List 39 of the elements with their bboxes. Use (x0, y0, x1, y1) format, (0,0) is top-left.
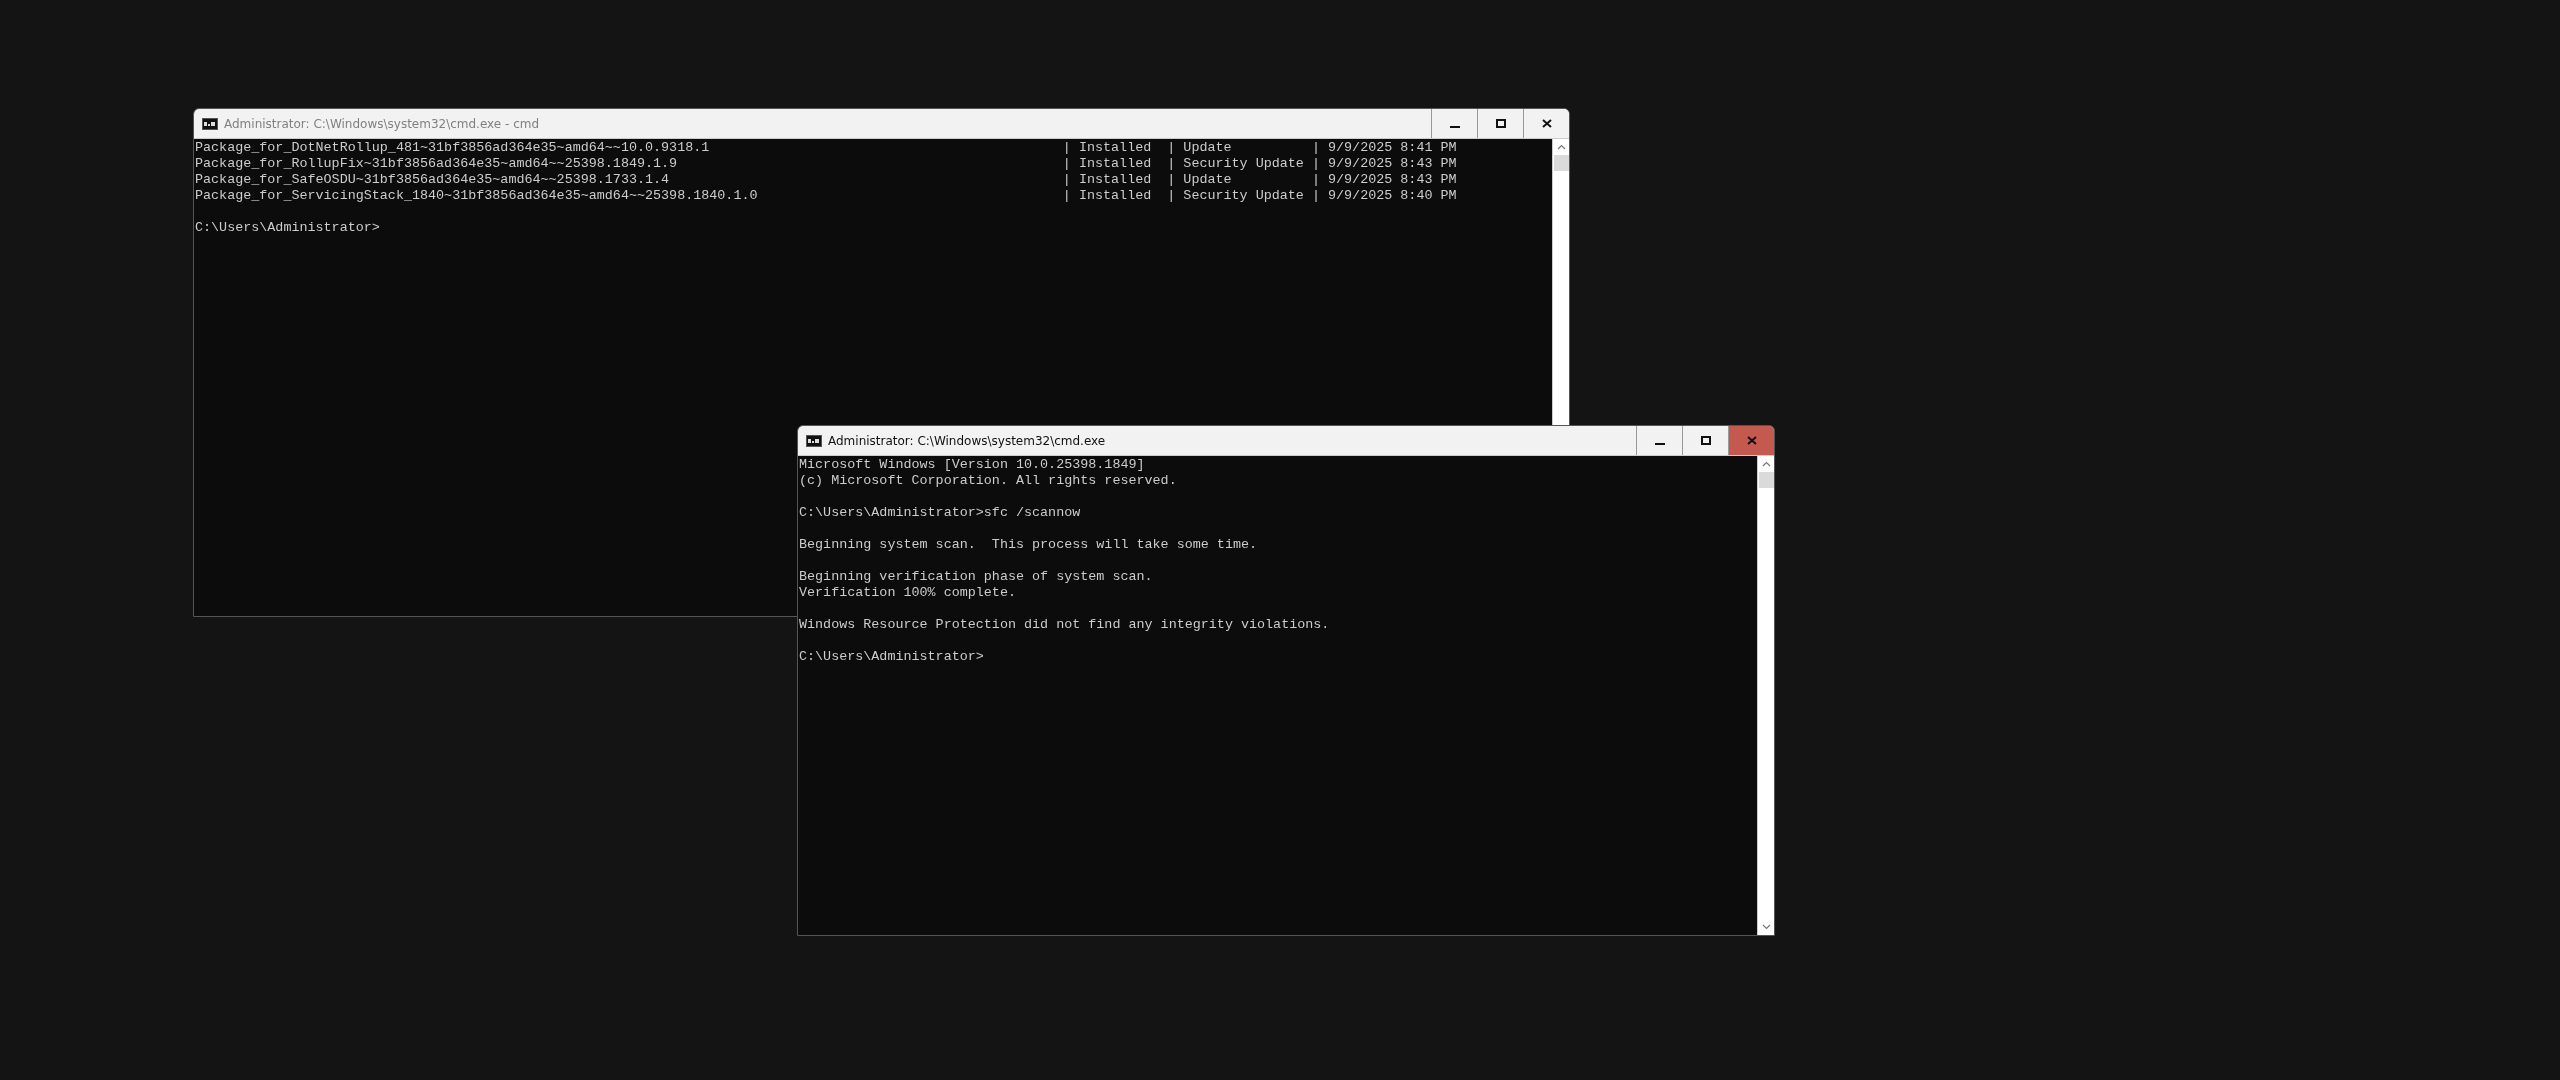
install-date: | 9/9/2025 8:41 PM (1311, 140, 1457, 156)
console-line: C:\Users\Administrator> (195, 220, 380, 236)
console-line: (c) Microsoft Corporation. All rights reserved. (799, 473, 1177, 489)
install-date: | 9/9/2025 8:43 PM (1311, 156, 1457, 172)
console-line: Beginning verification phase of system scan. (799, 569, 1153, 585)
scroll-thumb[interactable] (1553, 155, 1569, 171)
close-icon (1541, 119, 1552, 128)
install-state: | Installed (1062, 188, 1152, 204)
update-type: | Update (1167, 140, 1232, 156)
package-name: Package_for_ServicingStack_1840~31bf3856ad364e35~amd64~~25398.1840.1.0 (195, 188, 758, 204)
console-line: C:\Users\Administrator>sfc /scannow (799, 505, 1081, 521)
window-title: Administrator: C:\Windows\system32\cmd.exe - cmd (224, 116, 541, 131)
minimize-icon (1449, 125, 1460, 128)
scroll-thumb[interactable] (1758, 472, 1774, 488)
install-date: | 9/9/2025 8:43 PM (1311, 172, 1457, 188)
install-state: | Installed (1062, 156, 1152, 172)
install-date: | 9/9/2025 8:40 PM (1311, 188, 1457, 204)
maximize-icon (1700, 436, 1711, 445)
minimize-icon (1654, 442, 1665, 445)
terminal-icon (202, 117, 218, 130)
install-state: | Installed (1062, 172, 1152, 188)
close-button[interactable] (1523, 109, 1569, 138)
maximize-icon (1495, 119, 1506, 128)
close-button[interactable] (1728, 426, 1774, 455)
package-name: Package_for_DotNetRollup_481~31bf3856ad364e35~amd64~~10.0.9318.1 (195, 140, 710, 156)
update-type: | Security Update (1167, 156, 1304, 172)
terminal-icon (806, 434, 822, 447)
install-state: | Installed (1062, 140, 1152, 156)
update-type: | Update (1167, 172, 1232, 188)
package-name: Package_for_SafeOSDU~31bf3856ad364e35~amd64~~25398.1733.1.4 (195, 172, 670, 188)
package-name: Package_for_RollupFix~31bf3856ad364e35~amd64~~25398.1849.1.9 (195, 156, 678, 172)
console-line: Windows Resource Protection did not find any integrity violations. (799, 617, 1330, 633)
console-line: Verification 100% complete. (799, 585, 1016, 601)
console-line: C:\Users\Administrator> (799, 649, 984, 665)
console-line: Microsoft Windows [Version 10.0.25398.1849] (799, 457, 1145, 473)
console-line: Beginning system scan. This process will take some time. (799, 537, 1258, 553)
close-icon (1746, 436, 1757, 445)
window-title: Administrator: C:\Windows\system32\cmd.exe (828, 433, 1107, 448)
update-type: | Security Update (1167, 188, 1304, 204)
